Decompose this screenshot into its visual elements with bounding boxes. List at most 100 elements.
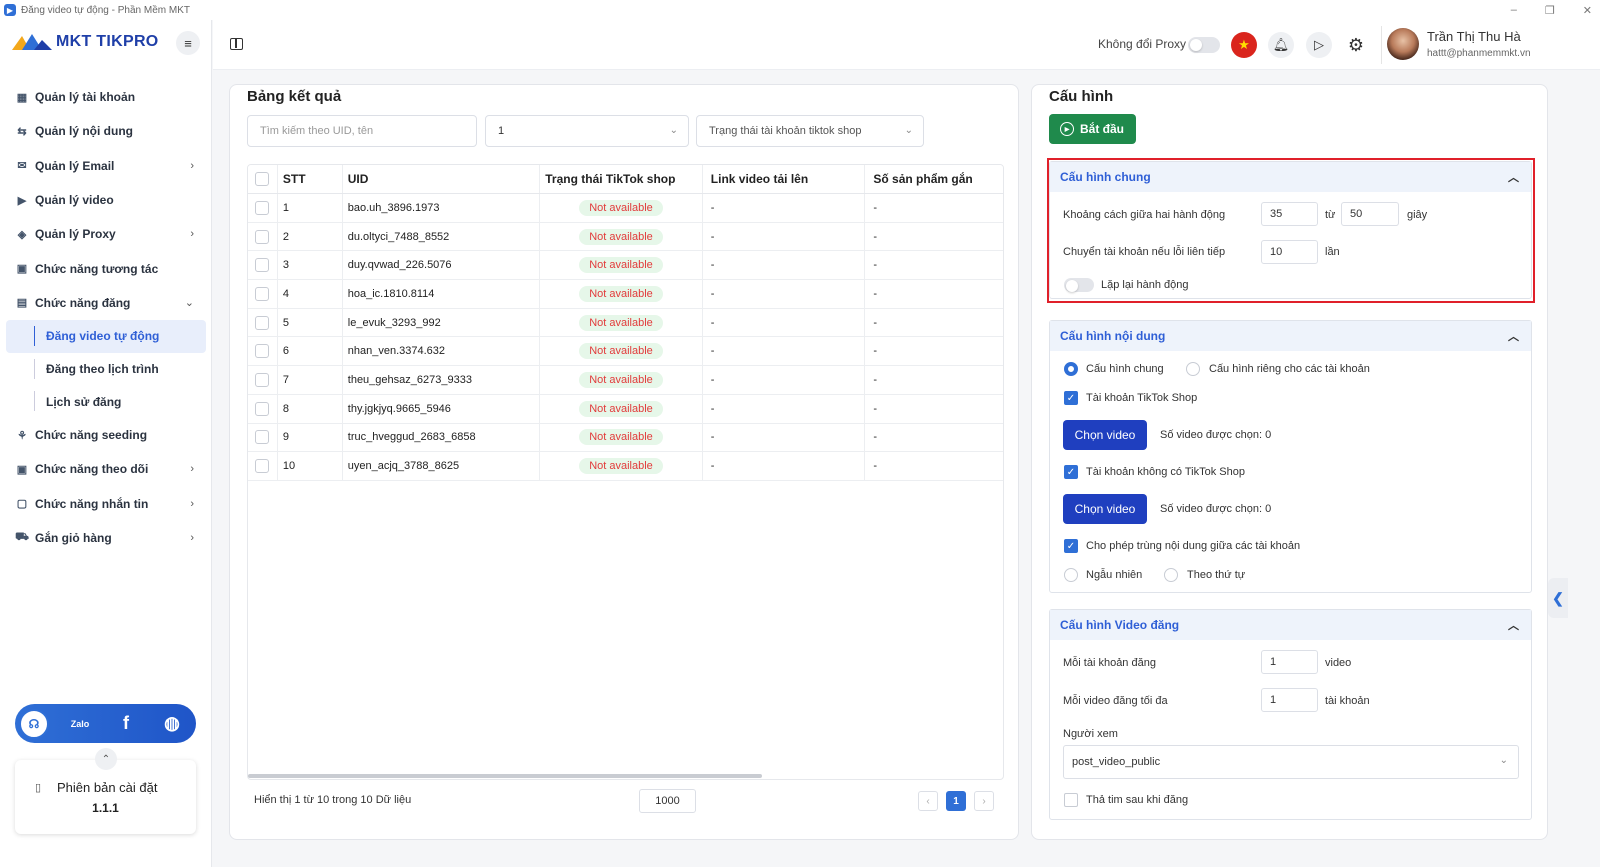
sidebar-item-posting[interactable]: ▤ Chức năng đăng ⌄	[0, 286, 212, 320]
radio-sequential[interactable]	[1164, 568, 1178, 582]
globe-icon[interactable]: ◍	[157, 709, 187, 739]
table-row[interactable]: 9 truc_hveggud_2683_6858 Not available - -	[248, 423, 1003, 453]
content-config-section: Cấu hình nội dung ︿ Cấu hình chung Cấu hì…	[1049, 320, 1532, 593]
max-per-video-input[interactable]: 1	[1261, 688, 1318, 712]
chevron-down-icon: ⌄	[669, 125, 678, 136]
side-panel-toggle[interactable]: ❮	[1548, 578, 1568, 618]
sidebar-subitem-schedule[interactable]: Đăng theo lịch trình	[0, 353, 212, 386]
sidebar-item-follow[interactable]: ▣ Chức năng theo dõi ›	[0, 452, 212, 486]
sidebar-item-interaction[interactable]: ▣ Chức năng tương tác	[0, 251, 212, 285]
no-shop-checkbox[interactable]: ✓	[1064, 465, 1078, 479]
column-header-uid[interactable]: UID	[343, 165, 541, 193]
cell-product-count: -	[873, 402, 878, 415]
viewer-select[interactable]: post_video_public ⌄	[1063, 745, 1519, 779]
choose-video-button[interactable]: Chọn video	[1063, 420, 1147, 450]
per-account-input[interactable]: 1	[1261, 650, 1318, 674]
radio-random[interactable]	[1064, 568, 1078, 582]
sidebar-subitem-auto-post[interactable]: Đăng video tự động	[6, 320, 206, 353]
collapse-up-button[interactable]: ⌃	[95, 748, 117, 770]
chevron-down-icon: ⌄	[1499, 755, 1508, 766]
table-row[interactable]: 10 uyen_acjq_3788_8625 Not available - -	[248, 452, 1003, 481]
proxy-icon: ◈	[17, 228, 27, 241]
tiktok-shop-label: Tài khoản TikTok Shop	[1086, 392, 1198, 404]
language-flag-icon[interactable]: ★	[1231, 32, 1257, 58]
column-header-status[interactable]: Trạng thái TikTok shop	[540, 165, 703, 193]
column-header-products[interactable]: Số sản phẩm gắn	[865, 165, 1003, 193]
next-page-button[interactable]: ›	[974, 791, 994, 811]
row-checkbox[interactable]	[255, 258, 270, 273]
proxy-toggle[interactable]	[1188, 37, 1220, 53]
column-header-stt[interactable]: STT	[278, 165, 343, 193]
status-filter-select[interactable]: Trạng thái tài khoản tiktok shop ⌄	[696, 115, 924, 147]
layout-toggle-icon[interactable]	[230, 38, 243, 50]
radio-general-config[interactable]	[1064, 362, 1078, 376]
table-row[interactable]: 6 nhan_ven.3374.632 Not available - -	[248, 337, 1003, 367]
app-logo[interactable]: MKT TIKPRO	[12, 32, 159, 52]
zalo-icon[interactable]: Zalo	[65, 709, 95, 739]
tiktok-shop-checkbox[interactable]: ✓	[1064, 391, 1078, 405]
video-config-header[interactable]: Cấu hình Video đăng ︿	[1050, 610, 1531, 640]
sidebar-item-content[interactable]: ⇆ Quản lý nội dung	[0, 114, 212, 148]
choose-video-button-2[interactable]: Chọn video	[1063, 494, 1147, 524]
table-row[interactable]: 1 bao.uh_3896.1973 Not available - -	[248, 194, 1003, 223]
row-checkbox[interactable]	[255, 459, 270, 474]
radio-private-config[interactable]	[1186, 362, 1200, 376]
menu-toggle-button[interactable]: ≡	[176, 31, 200, 55]
sidebar-item-accounts[interactable]: ▦ Quản lý tài khoản	[0, 80, 212, 114]
sidebar-item-messaging[interactable]: ▢ Chức năng nhắn tin ›	[0, 486, 212, 520]
proxy-toggle-label: Không đổi Proxy	[1098, 37, 1187, 51]
viewer-select-value: post_video_public	[1072, 756, 1161, 768]
start-button[interactable]: ▶ Bắt đầu	[1049, 114, 1136, 144]
bell-icon[interactable]: 🔔︎	[1268, 32, 1294, 58]
row-checkbox[interactable]	[255, 430, 270, 445]
heart-after-post-checkbox[interactable]	[1064, 793, 1078, 807]
sidebar-item-video[interactable]: ▶ Quản lý video	[0, 183, 212, 217]
cell-stt: 5	[278, 308, 343, 337]
table-row[interactable]: 7 theu_gehsaz_6273_9333 Not available - -	[248, 366, 1003, 395]
gear-icon[interactable]: ⚙	[1343, 32, 1369, 58]
row-checkbox[interactable]	[255, 315, 270, 330]
page-size-input[interactable]: 1000	[639, 789, 696, 813]
radio-general-label: Cấu hình chung	[1086, 363, 1164, 375]
search-input[interactable]: Tìm kiếm theo UID, tên	[247, 115, 477, 147]
content-config-header[interactable]: Cấu hình nội dung ︿	[1050, 321, 1531, 351]
sidebar-subitem-history[interactable]: Lịch sử đăng	[0, 385, 212, 418]
max-per-video-unit: tài khoản	[1325, 695, 1370, 707]
sidebar-item-email[interactable]: ✉ Quản lý Email ›	[0, 149, 212, 183]
table-row[interactable]: 8 thy.jgkjyq.9665_5946 Not available - -	[248, 394, 1003, 424]
results-title: Bảng kết quả	[247, 88, 342, 105]
section-title: Cấu hình Video đăng	[1060, 618, 1180, 632]
table-row[interactable]: 4 hoa_ic.1810.8114 Not available - -	[248, 280, 1003, 309]
play-circle-icon[interactable]: ▷	[1306, 32, 1332, 58]
select-all-checkbox[interactable]	[255, 172, 270, 186]
close-button[interactable]: ✕	[1583, 4, 1592, 17]
radio-sequential-label: Theo thứ tự	[1187, 569, 1246, 581]
row-checkbox[interactable]	[255, 401, 270, 416]
row-checkbox[interactable]	[255, 344, 270, 359]
horizontal-scrollbar[interactable]	[248, 774, 762, 778]
support-icon[interactable]: ☊	[19, 708, 49, 739]
max-per-video-label: Mỗi video đăng tối đa	[1063, 695, 1168, 707]
page-button-current[interactable]: 1	[946, 791, 966, 811]
table-row[interactable]: 3 duy.qvwad_226.5076 Not available - -	[248, 251, 1003, 281]
cell-link: -	[703, 280, 866, 308]
cell-uid: truc_hveggud_2683_6858	[343, 423, 541, 452]
avatar[interactable]	[1387, 28, 1419, 60]
row-checkbox[interactable]	[255, 229, 270, 244]
allow-duplicate-checkbox[interactable]: ✓	[1064, 539, 1078, 553]
column-header-link[interactable]: Link video tải lên	[703, 165, 866, 193]
restore-button[interactable]: ❐	[1545, 4, 1555, 17]
row-checkbox[interactable]	[255, 286, 270, 301]
table-row[interactable]: 5 le_evuk_3293_992 Not available - -	[248, 308, 1003, 338]
table-row[interactable]: 2 du.oltyci_7488_8552 Not available - -	[248, 222, 1003, 252]
count-select[interactable]: 1 ⌄	[485, 115, 689, 147]
sidebar-item-seeding[interactable]: ⚘ Chức năng seeding	[0, 418, 212, 452]
minimize-button[interactable]: –	[1511, 4, 1517, 16]
sidebar-item-cart[interactable]: ⛟ Gắn giỏ hàng ›	[0, 521, 212, 555]
row-checkbox[interactable]	[255, 372, 270, 387]
prev-page-button[interactable]: ‹	[918, 791, 938, 811]
status-badge: Not available	[579, 228, 663, 245]
facebook-icon[interactable]: f	[111, 709, 141, 739]
sidebar-item-proxy[interactable]: ◈ Quản lý Proxy ›	[0, 217, 212, 251]
row-checkbox[interactable]	[255, 200, 270, 215]
